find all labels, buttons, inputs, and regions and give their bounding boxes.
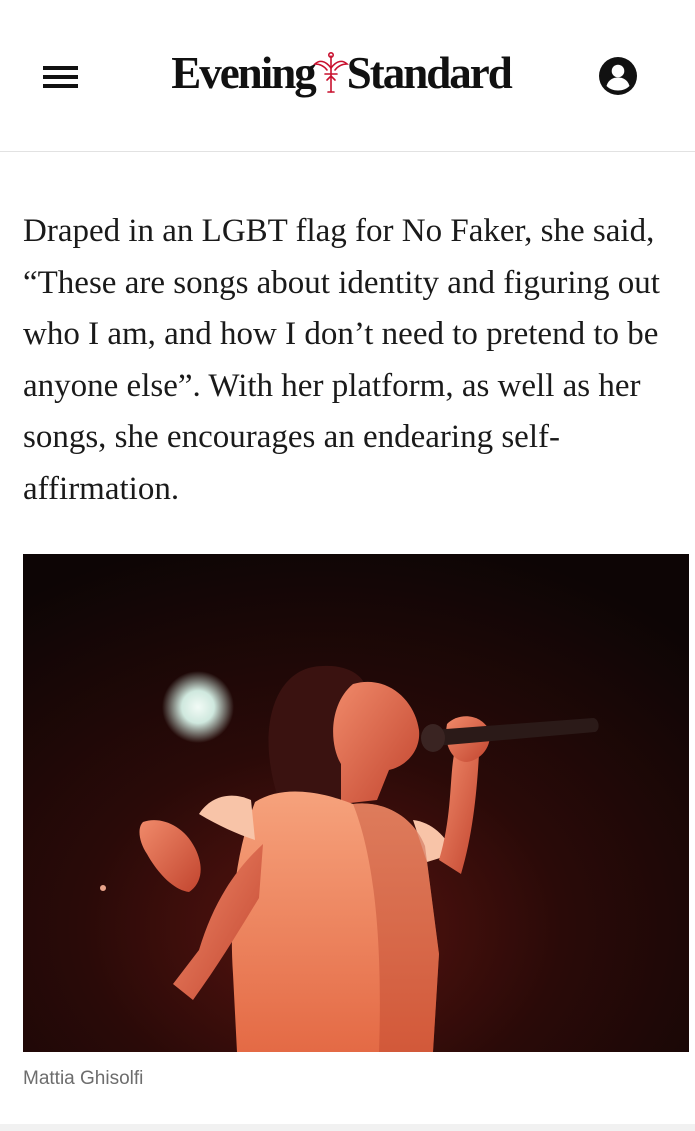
- site-header: Evening Standard: [0, 0, 695, 152]
- account-user-icon[interactable]: [597, 55, 639, 97]
- section-divider: [0, 1124, 695, 1131]
- menu-bar: [43, 66, 78, 70]
- masthead-word-evening: Evening: [171, 48, 317, 98]
- singer-performing-image: [23, 554, 689, 1052]
- hamburger-menu-icon[interactable]: [42, 64, 80, 90]
- winged-emblem-icon: [312, 52, 349, 93]
- article-photo: [23, 554, 689, 1052]
- menu-bar: [43, 75, 78, 79]
- photo-credit: Mattia Ghisolfi: [23, 1068, 144, 1089]
- evening-standard-logo[interactable]: Evening Standard: [148, 44, 534, 102]
- article-paragraph: Draped in an LGBT flag for No Faker, she…: [23, 213, 660, 507]
- masthead-word-standard: Standard: [346, 48, 513, 98]
- menu-bar: [43, 84, 78, 88]
